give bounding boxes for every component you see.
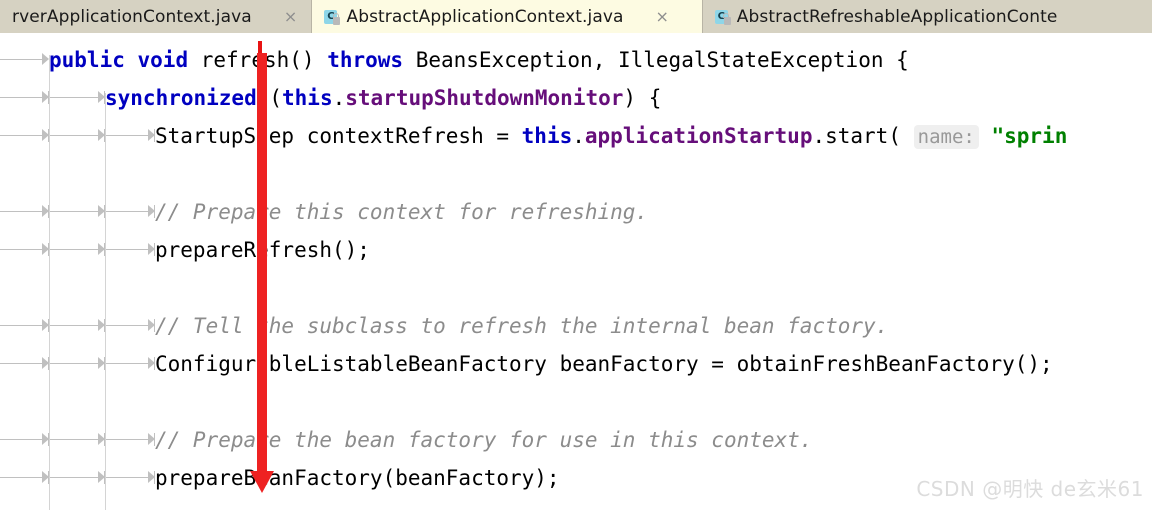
code-token: StartupStep contextRefresh =: [155, 124, 522, 148]
code-line[interactable]: [0, 383, 1152, 421]
code-line[interactable]: // Prepare this context for refreshing.: [0, 193, 1152, 231]
csdn-watermark: CSDN @明快 de玄米61: [916, 477, 1144, 501]
code-token: .start(: [812, 124, 914, 148]
editor-tab-label: rverApplicationContext.java: [12, 6, 252, 27]
code-token: prepareBeanFactory(beanFactory);: [155, 466, 560, 490]
code-token: BeansException, IllegalStateException {: [403, 48, 909, 72]
code-token: void: [137, 48, 189, 72]
tab-whitespace-arrow: [0, 345, 49, 383]
code-line-text: // Tell the subclass to refresh the inte…: [155, 307, 888, 345]
code-line[interactable]: StartupStep contextRefresh = this.applic…: [0, 117, 1152, 155]
tab-whitespace-arrow: [0, 117, 49, 155]
tab-whitespace-arrow: [0, 421, 49, 459]
code-line[interactable]: ConfigurableListableBeanFactory beanFact…: [0, 345, 1152, 383]
editor-window: rverApplicationContext.java × C AbstractApp…: [0, 0, 1152, 510]
java-class-icon: C: [714, 9, 731, 25]
code-line[interactable]: [0, 155, 1152, 193]
tab-whitespace-arrow: [50, 79, 105, 117]
editor-tab-0[interactable]: rverApplicationContext.java ×: [0, 0, 312, 33]
tab-whitespace-arrow: [106, 231, 155, 269]
code-token: (: [256, 86, 283, 110]
code-token: ConfigurableListableBeanFactory beanFact…: [155, 352, 1053, 376]
code-line-text: StartupStep contextRefresh = this.applic…: [155, 117, 1067, 155]
tab-whitespace-arrow: [106, 193, 155, 231]
tab-whitespace-arrow: [106, 307, 155, 345]
tab-whitespace-arrow: [0, 193, 49, 231]
tab-whitespace-arrow: [0, 307, 49, 345]
tab-whitespace-arrow: [50, 459, 105, 497]
editor-tab-2[interactable]: C AbstractRefreshableApplicationConte: [702, 0, 1152, 33]
tab-whitespace-arrow: [106, 459, 155, 497]
code-token: public: [49, 48, 125, 72]
code-line[interactable]: synchronized (this.startupShutdownMonito…: [0, 79, 1152, 117]
code-token: throws: [327, 48, 404, 72]
code-line-text: prepareBeanFactory(beanFactory);: [155, 459, 560, 497]
tab-whitespace-arrow: [106, 345, 155, 383]
editor-tab-label: AbstractRefreshableApplicationConte: [736, 6, 1058, 27]
tab-whitespace-arrow: [0, 459, 49, 497]
editor-tab-1[interactable]: C AbstractApplicationContext.java ×: [312, 0, 702, 33]
code-token: refresh(): [200, 48, 328, 72]
code-token: synchronized: [105, 86, 257, 110]
text-caret: [258, 41, 262, 71]
tab-whitespace-arrow: [0, 231, 49, 269]
tab-whitespace-arrow: [50, 117, 105, 155]
code-token: "sprin: [991, 124, 1068, 148]
code-line-text: synchronized (this.startupShutdownMonito…: [105, 79, 661, 117]
tab-whitespace-arrow: [50, 231, 105, 269]
code-line-text: public void refresh() throws BeansExcept…: [49, 41, 909, 79]
tab-whitespace-arrow: [106, 117, 155, 155]
tab-whitespace-arrow: [50, 193, 105, 231]
code-editor[interactable]: public void refresh() throws BeansExcept…: [0, 33, 1152, 510]
code-token: startupShutdownMonitor: [345, 86, 624, 110]
code-line[interactable]: // Prepare the bean factory for use in t…: [0, 421, 1152, 459]
code-token: .: [572, 124, 585, 148]
editor-tab-label: AbstractApplicationContext.java: [346, 6, 624, 27]
code-line-text: // Prepare this context for refreshing.: [155, 193, 648, 231]
code-token: applicationStartup: [584, 124, 813, 148]
tab-whitespace-arrow: [50, 307, 105, 345]
parameter-hint: name:: [913, 125, 979, 149]
code-token: ) {: [623, 86, 662, 110]
code-token: this: [282, 86, 333, 110]
code-line-text: ConfigurableListableBeanFactory beanFact…: [155, 345, 1053, 383]
code-token: // Prepare the bean factory for use in t…: [155, 428, 813, 452]
tab-whitespace-arrow: [0, 41, 49, 79]
code-token: // Prepare this context for refreshing.: [155, 200, 649, 224]
code-line[interactable]: [0, 269, 1152, 307]
tab-whitespace-arrow: [106, 421, 155, 459]
code-line-text: prepareRefresh();: [155, 231, 370, 269]
code-token: // Tell the subclass to refresh the inte…: [155, 314, 889, 338]
tab-whitespace-arrow: [0, 79, 49, 117]
code-line[interactable]: // Tell the subclass to refresh the inte…: [0, 307, 1152, 345]
code-lines[interactable]: public void refresh() throws BeansExcept…: [0, 33, 1152, 510]
code-line[interactable]: prepareRefresh();: [0, 231, 1152, 269]
code-token: .: [332, 86, 346, 110]
code-line-text: // Prepare the bean factory for use in t…: [155, 421, 812, 459]
code-token: this: [521, 124, 573, 148]
close-icon[interactable]: ×: [656, 8, 669, 25]
tab-whitespace-arrow: [50, 421, 105, 459]
editor-tab-bar: rverApplicationContext.java × C AbstractApp…: [0, 0, 1152, 33]
close-icon[interactable]: ×: [284, 8, 297, 25]
code-token: prepareRefresh();: [155, 238, 370, 262]
tab-whitespace-arrow: [50, 345, 105, 383]
java-class-icon: C: [324, 9, 341, 25]
code-line[interactable]: public void refresh() throws BeansExcept…: [0, 41, 1152, 79]
